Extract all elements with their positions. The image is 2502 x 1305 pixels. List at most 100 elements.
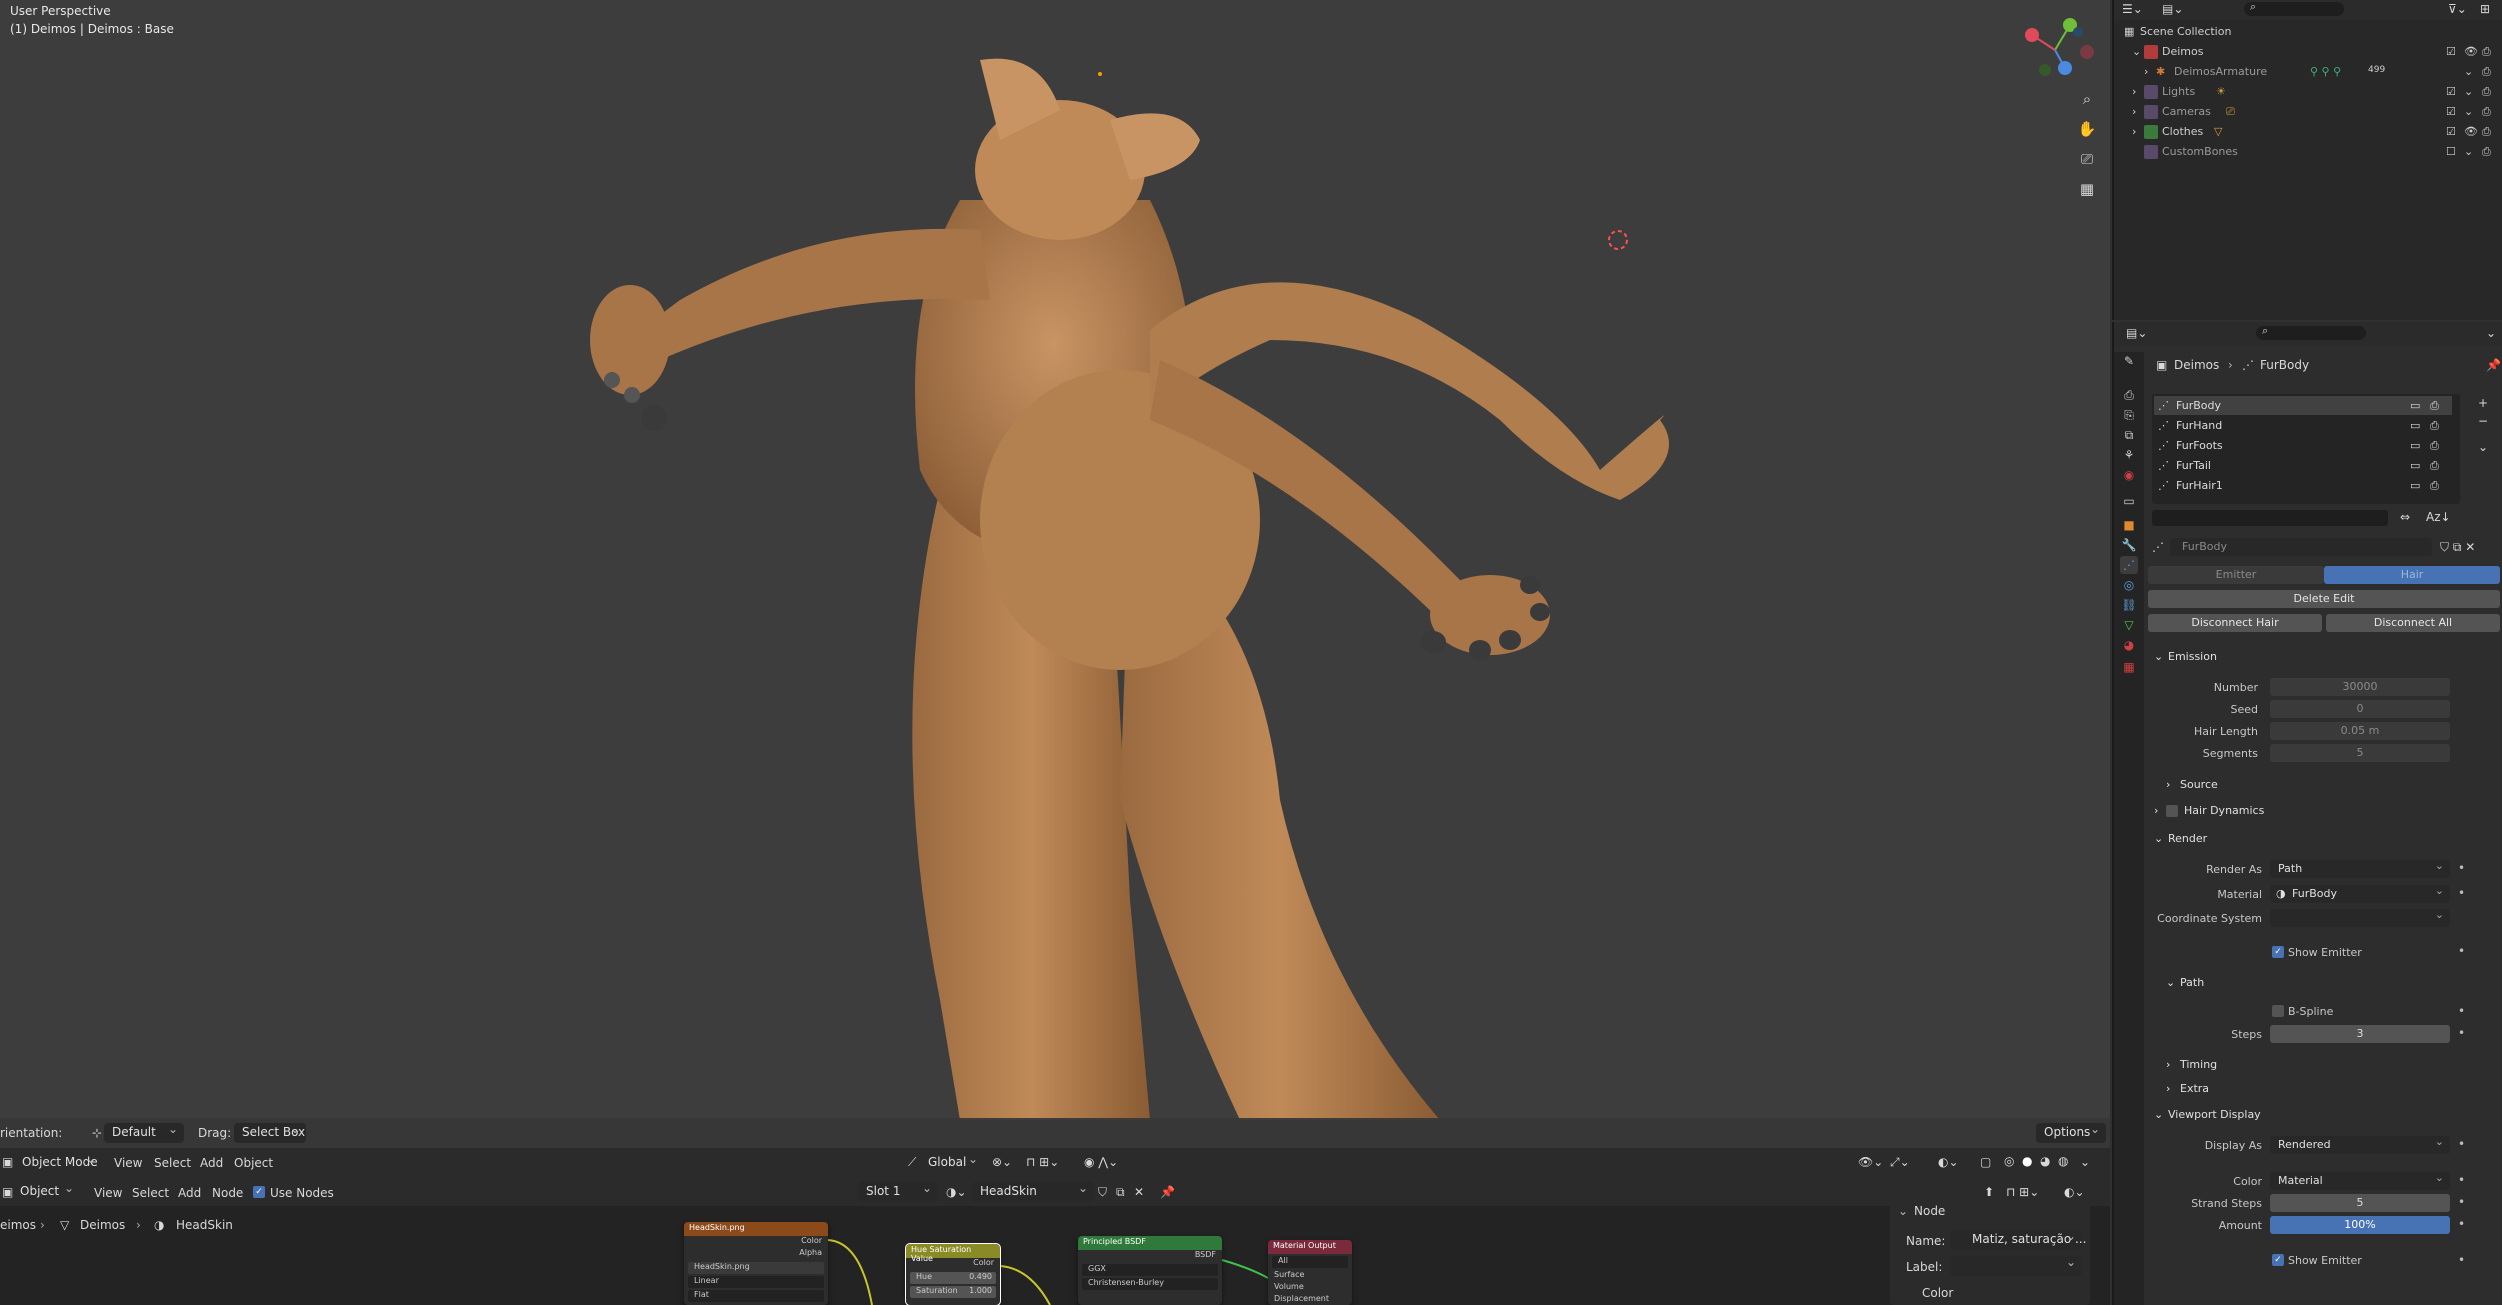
keyframe-dot-icon[interactable]: • xyxy=(2458,886,2465,900)
list-item[interactable]: ⋰ FurHair1 ▭ ⎙ xyxy=(2154,476,2452,495)
camera-icon[interactable]: ⎙ xyxy=(2482,65,2491,79)
object-tab-icon[interactable]: ■ xyxy=(2120,516,2138,534)
menu-add[interactable]: Add xyxy=(200,1156,223,1170)
drag-dropdown[interactable]: Select Box xyxy=(234,1122,306,1143)
show-emitter-checkbox[interactable]: ✓ xyxy=(2272,946,2284,958)
character-model[interactable] xyxy=(0,0,2110,1120)
view-layer-tab-icon[interactable]: ⧉ xyxy=(2120,426,2138,444)
menu-view[interactable]: View xyxy=(114,1156,142,1170)
camera-view-icon[interactable]: ⎚ xyxy=(2076,148,2098,170)
keyframe-dot-icon[interactable]: • xyxy=(2458,1026,2465,1040)
properties-editor[interactable]: ▤⌄ ⌕ ⌄ ✎ ⎙ ⎘ ⧉ ⚘ ◉ ▭ ■ 🔧 ⋰ ◎ ⛓ ▽ ◕ ▦ ▣ D… xyxy=(2112,322,2502,1305)
emission-panel-header[interactable]: ⌄ Emission xyxy=(2148,646,2502,668)
camera-icon[interactable]: ⎙ xyxy=(2482,85,2491,99)
list-filter-input[interactable] xyxy=(2152,510,2388,526)
scene-tab-icon[interactable]: ⚘ xyxy=(2120,446,2138,464)
render-icon[interactable]: ⎙ xyxy=(2430,439,2439,453)
material-output-node[interactable]: Material Output All Surface Volume Displ… xyxy=(1268,1240,1352,1305)
keyframe-dot-icon[interactable]: • xyxy=(2458,861,2465,875)
outliner-row-armature[interactable]: › ✱ DeimosArmature ⚲ ⚲ ⚲ 499 ⌄ ⎙ xyxy=(2114,62,2502,82)
proportional-edit-icon[interactable]: ◉ ⋀⌄ xyxy=(1084,1155,1118,1169)
eye-icon[interactable]: ⌄ xyxy=(2464,65,2473,78)
display-mode-icon[interactable]: ▤⌄ xyxy=(2162,2,2183,16)
target-dropdown[interactable]: All xyxy=(1272,1256,1348,1268)
eye-icon[interactable]: ⌄ xyxy=(2464,145,2473,158)
outliner-row-lights[interactable]: › Lights ☀ ☑ ⌄ ⎙ xyxy=(2114,82,2502,102)
render-panel-header[interactable]: ⌄ Render xyxy=(2148,828,2502,850)
eye-icon[interactable]: ⌄ xyxy=(2464,105,2473,118)
keyframe-dot-icon[interactable]: • xyxy=(2458,1195,2465,1209)
expand-arrow-icon[interactable]: › xyxy=(2132,85,2136,98)
shading-rendered-icon[interactable]: ◍ xyxy=(2058,1154,2068,1168)
steps-field[interactable]: 3 xyxy=(2270,1025,2450,1043)
path-subpanel[interactable]: ⌄ Path xyxy=(2148,972,2502,994)
viewport-display-icon[interactable]: ▭ xyxy=(2410,419,2420,432)
distribution-dropdown[interactable]: GGX xyxy=(1082,1264,1218,1276)
delete-edit-button[interactable]: Delete Edit xyxy=(2148,590,2500,608)
image-file-field[interactable]: HeadSkin.png xyxy=(688,1262,824,1274)
hair-dynamics-checkbox[interactable] xyxy=(2166,805,2178,817)
fake-user-icon[interactable]: ⛉ ⧉ ✕ xyxy=(2440,540,2475,555)
expand-arrow-icon[interactable]: › xyxy=(2144,65,2148,78)
shading-solid-icon[interactable]: ● xyxy=(2022,1154,2032,1168)
outliner-row-deimos[interactable]: ⌄ Deimos ☑ 👁 ⎙ xyxy=(2114,42,2502,62)
strand-steps-field[interactable]: 5 xyxy=(2270,1194,2450,1212)
interpolation-dropdown[interactable]: Linear xyxy=(688,1276,824,1288)
extra-subpanel[interactable]: › Extra xyxy=(2148,1078,2502,1100)
saturation-field[interactable]: Saturation 1.000 xyxy=(910,1286,996,1298)
pan-hand-icon[interactable]: ✋ xyxy=(2076,118,2098,140)
outliner-row-scene[interactable]: ▦ Scene Collection xyxy=(2114,22,2502,42)
render-icon[interactable]: ⎙ xyxy=(2430,399,2439,413)
expand-arrow-icon[interactable]: ⌄ xyxy=(2132,45,2141,58)
checkbox-icon[interactable]: ☑ xyxy=(2446,105,2456,118)
world-tab-icon[interactable]: ◉ xyxy=(2120,466,2138,484)
source-subpanel[interactable]: › Source xyxy=(2148,774,2502,796)
timing-subpanel[interactable]: › Timing xyxy=(2148,1054,2502,1076)
hue-saturation-node[interactable]: Hue Saturation Value Color Hue 0.490 Sat… xyxy=(905,1243,1001,1305)
shading-wireframe-icon[interactable]: ◎ xyxy=(2004,1154,2014,1168)
render-icon[interactable]: ⎙ xyxy=(2430,459,2439,473)
orientation-dropdown[interactable]: Default xyxy=(104,1122,184,1143)
amount-slider[interactable]: 100% xyxy=(2270,1216,2450,1234)
checkbox-icon[interactable]: ☐ xyxy=(2446,145,2456,158)
physics-tab-icon[interactable]: ◎ xyxy=(2120,576,2138,594)
particles-tab-icon[interactable]: ⋰ xyxy=(2120,556,2138,574)
node-editor[interactable]: ▣ Object View Select Add Node ✓ Use Node… xyxy=(0,1178,2110,1305)
collapse-icon[interactable]: ⌄ xyxy=(1898,1204,1908,1218)
ortho-grid-icon[interactable]: ▦ xyxy=(2076,178,2098,200)
camera-icon[interactable]: ⎙ xyxy=(2482,145,2491,159)
disconnect-all-button[interactable]: Disconnect All xyxy=(2326,614,2500,632)
xray-icon[interactable]: ▢ xyxy=(1980,1155,1991,1169)
menu-object[interactable]: Object xyxy=(234,1156,273,1170)
particle-settings-field[interactable]: FurBody xyxy=(2170,538,2432,556)
viewport-display-icon[interactable]: ▭ xyxy=(2410,399,2420,412)
outliner-row-clothes[interactable]: › Clothes ▽ ☑ 👁 ⎙ xyxy=(2114,122,2502,142)
material-tab-icon[interactable]: ◕ xyxy=(2120,636,2138,654)
outliner-search-input[interactable]: ⌕ xyxy=(2244,0,2344,16)
modifier-tab-icon[interactable]: 🔧 xyxy=(2120,536,2138,554)
number-field[interactable]: 30000 xyxy=(2270,678,2450,696)
keyframe-dot-icon[interactable]: • xyxy=(2458,1217,2465,1231)
viewport-display-icon[interactable]: ▭ xyxy=(2410,439,2420,452)
keyframe-dot-icon[interactable]: • xyxy=(2458,1253,2465,1267)
new-collection-icon[interactable]: ⊞ xyxy=(2480,2,2490,16)
render-icon[interactable]: ⎙ xyxy=(2430,479,2439,493)
pin-icon[interactable]: 📌 xyxy=(2486,358,2501,372)
3d-viewport[interactable]: User Perspective (1) Deimos | Deimos : B… xyxy=(0,0,2110,1120)
hair-dynamics-panel-header[interactable]: › Hair Dynamics xyxy=(2148,800,2502,822)
checkbox-icon[interactable]: ☑ xyxy=(2446,45,2456,58)
render-tab-icon[interactable]: ⎙ xyxy=(2120,386,2138,404)
vd-show-emitter-checkbox[interactable]: ✓ xyxy=(2272,1254,2284,1266)
gizmo-toggle-icon[interactable]: ⤢⌄ xyxy=(1890,1155,1910,1170)
outliner-row-custombones[interactable]: CustomBones ☐ ⌄ ⎙ xyxy=(2114,142,2502,162)
viewport-display-icon[interactable]: ▭ xyxy=(2410,459,2420,472)
material-dropdown[interactable]: ◑ FurBody xyxy=(2270,882,2450,903)
add-slot-icon[interactable]: + xyxy=(2478,396,2488,410)
hair-type-button[interactable]: Hair xyxy=(2324,566,2500,584)
hair-length-field[interactable]: 0.05 m xyxy=(2270,722,2450,740)
list-item[interactable]: ⋰ FurTail ▭ ⎙ xyxy=(2154,456,2452,475)
principled-bsdf-node[interactable]: Principled BSDF BSDF GGX Christensen-Bur… xyxy=(1078,1236,1222,1305)
output-tab-icon[interactable]: ⎘ xyxy=(2120,406,2138,424)
data-tab-icon[interactable]: ▽ xyxy=(2120,616,2138,634)
list-item[interactable]: ⋰ FurBody ▭ ⎙ xyxy=(2154,396,2452,415)
